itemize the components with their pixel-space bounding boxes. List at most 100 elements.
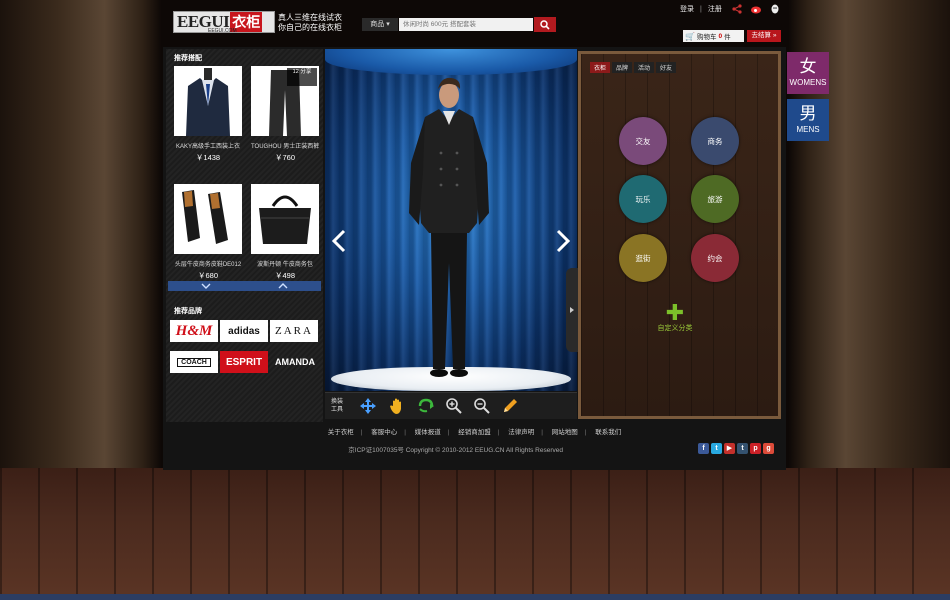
category-social[interactable]: 交友 xyxy=(619,117,667,165)
custom-category-label: 自定义分类 xyxy=(657,325,693,332)
qq-icon[interactable] xyxy=(769,3,781,15)
pencil-icon[interactable] xyxy=(501,397,519,415)
weibo-icon[interactable] xyxy=(750,3,762,15)
product-name: TOUGHOU 男士正装西裤 xyxy=(251,144,319,150)
tab-womens[interactable]: 女 WOMENS xyxy=(787,52,829,94)
footer-link[interactable]: 网站地图 xyxy=(552,429,578,436)
brand-hm[interactable]: H&M xyxy=(170,320,218,342)
toolbar-label-line2: 工具 xyxy=(331,407,344,413)
footer-link[interactable]: 客服中心 xyxy=(371,429,397,436)
scroll-down-button[interactable] xyxy=(168,281,245,291)
share-label: 分享 xyxy=(300,69,312,75)
brand-coach[interactable]: COACH xyxy=(170,351,218,373)
womens-cn-label: 女 xyxy=(799,57,817,76)
cart-icon: 🛒 xyxy=(685,31,695,41)
product-price: ￥1438 xyxy=(195,153,221,162)
product-card[interactable]: 波斯丹顿 牛皮商务包 ￥498 xyxy=(251,184,319,281)
tumblr-icon[interactable]: t xyxy=(737,443,748,454)
zoom-in-icon[interactable] xyxy=(445,397,463,415)
mens-en-label: MENS xyxy=(796,125,820,134)
brand-label: COACH xyxy=(177,357,211,367)
facebook-icon[interactable]: f xyxy=(698,443,709,454)
rotate-icon[interactable] xyxy=(417,397,435,415)
search-category-select[interactable]: 商品 ▾ xyxy=(362,18,398,31)
share-icon[interactable] xyxy=(731,3,743,15)
tab-friends[interactable]: 好友 xyxy=(656,62,677,73)
social-icons: f t ▶ t p g xyxy=(698,443,776,454)
search-button[interactable] xyxy=(534,17,556,32)
youtube-icon[interactable]: ▶ xyxy=(724,443,735,454)
register-link[interactable]: 注册 xyxy=(708,6,722,13)
chevron-down-icon xyxy=(201,283,211,289)
background-floor xyxy=(0,468,950,594)
footer-link[interactable]: 联系我们 xyxy=(595,429,621,436)
toolbar-label: 换装 工具 xyxy=(331,398,345,414)
product-card[interactable]: KAKY高级手工西装上衣 ￥1438 xyxy=(174,66,242,163)
custom-category-button[interactable]: ✚ 自定义分类 xyxy=(651,302,699,333)
brand-amanda[interactable]: AMANDA xyxy=(270,351,320,373)
cart-label: 购物车 xyxy=(696,34,717,41)
womens-en-label: WOMENS xyxy=(789,78,827,87)
category-label: 逛街 xyxy=(635,253,651,263)
category-dating[interactable]: 约会 xyxy=(691,234,739,282)
checkout-button[interactable]: 去结算 » xyxy=(747,30,781,42)
product-image: 12 分享 xyxy=(251,66,319,136)
copyright: 京ICP证1007035号 Copyright © 2010-2012 EEUG… xyxy=(348,447,563,454)
search-input[interactable] xyxy=(399,18,533,31)
recommend-title: 推荐搭配 xyxy=(174,55,202,62)
product-card[interactable]: 头层牛皮商务皮鞋DE012 ￥680 xyxy=(174,184,242,281)
zoom-out-icon[interactable] xyxy=(473,397,491,415)
cart-count: 0 xyxy=(718,32,723,40)
cart-unit: 件 xyxy=(724,34,731,41)
tab-mens[interactable]: 男 MENS xyxy=(787,99,829,141)
panel-collapse-handle[interactable] xyxy=(566,268,578,352)
slogan-line1: 真人三维在线试衣 xyxy=(278,13,342,22)
category-leisure[interactable]: 玩乐 xyxy=(619,175,667,223)
product-name: 波斯丹顿 牛皮商务包 xyxy=(257,262,313,268)
login-link[interactable]: 登录 xyxy=(680,6,694,13)
brand-label: ZARA xyxy=(275,325,313,337)
footer-link[interactable]: 关于衣柜 xyxy=(328,429,354,436)
slogan: 真人三维在线试衣 你自己的在线衣柜 xyxy=(278,13,358,33)
category-travel[interactable]: 旅游 xyxy=(691,175,739,223)
tab-brand[interactable]: 品牌 xyxy=(612,62,633,73)
category-shopping[interactable]: 逛街 xyxy=(619,234,667,282)
brand-label: H&M xyxy=(175,322,213,339)
wardrobe-tabs: 衣柜 品牌 活动 好友 xyxy=(590,62,678,73)
category-label: 旅游 xyxy=(707,194,723,204)
share-overlay[interactable]: 12 分享 xyxy=(287,68,317,86)
product-image xyxy=(174,184,242,254)
fitting-stage[interactable] xyxy=(325,49,577,391)
footer-link[interactable]: 媒体报道 xyxy=(415,429,441,436)
top-links: 登录 | 注册 xyxy=(680,6,722,13)
tab-wardrobe[interactable]: 衣柜 xyxy=(590,62,611,73)
googleplus-icon[interactable]: g xyxy=(763,443,774,454)
footer-link[interactable]: 经销商加盟 xyxy=(458,429,491,436)
product-card[interactable]: 12 分享 TOUGHOU 男士正装西裤 ￥760 xyxy=(251,66,319,163)
cart-button[interactable]: 🛒 购物车 0 件 xyxy=(683,30,744,42)
wardrobe-panel xyxy=(578,51,781,419)
scroll-up-button[interactable] xyxy=(245,281,322,291)
brand-label: AMANDA xyxy=(275,357,315,367)
product-name: 头层牛皮商务皮鞋DE012 xyxy=(174,262,242,268)
toolbar-label-line1: 换装 xyxy=(331,399,344,405)
next-arrow-icon[interactable] xyxy=(555,229,571,253)
brand-label: adidas xyxy=(228,325,260,337)
brand-esprit[interactable]: ESPRIT xyxy=(220,351,268,373)
brands-title: 推荐品牌 xyxy=(174,308,202,315)
twitter-icon[interactable]: t xyxy=(711,443,722,454)
category-label: 玩乐 xyxy=(635,194,651,204)
brand-zara[interactable]: ZARA xyxy=(270,320,318,342)
mens-cn-label: 男 xyxy=(799,104,817,123)
pinterest-icon[interactable]: p xyxy=(750,443,761,454)
brand-adidas[interactable]: adidas xyxy=(220,320,268,342)
tab-activity[interactable]: 活动 xyxy=(634,62,655,73)
hand-icon[interactable] xyxy=(388,397,406,415)
model-figure xyxy=(409,77,489,377)
footer-link[interactable]: 法律声明 xyxy=(508,429,534,436)
prev-arrow-icon[interactable] xyxy=(331,229,347,253)
move-icon[interactable] xyxy=(359,397,377,415)
category-business[interactable]: 商务 xyxy=(691,117,739,165)
share-count: 12 xyxy=(292,69,299,75)
product-image xyxy=(251,184,319,254)
